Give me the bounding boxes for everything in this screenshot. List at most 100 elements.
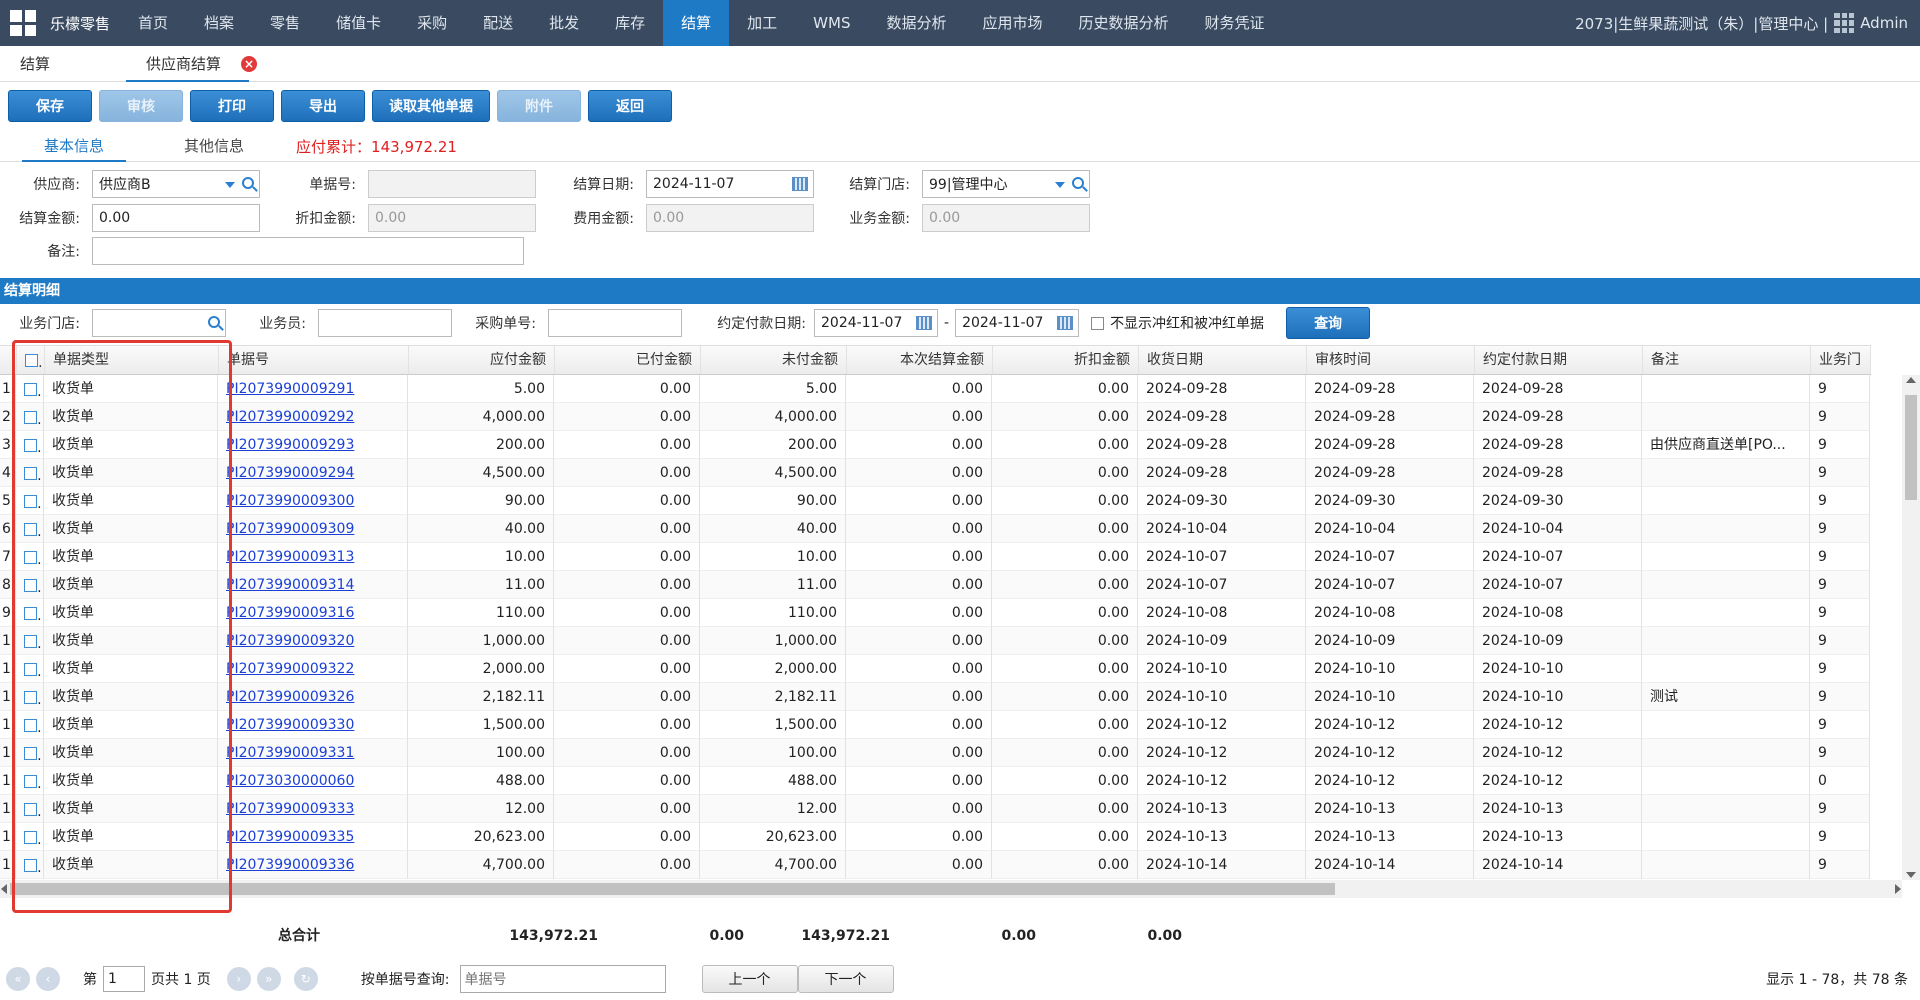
hide-reversed-checkbox[interactable] [1091, 316, 1105, 330]
tab-other-info[interactable]: 其他信息 [162, 132, 266, 162]
doc-no-link[interactable]: PI2073990009326 [218, 683, 408, 711]
last-page-icon[interactable]: » [256, 967, 281, 991]
save-button[interactable]: 保存 [8, 90, 92, 122]
nav-item-13[interactable]: 历史数据分析 [1061, 0, 1187, 46]
search-icon[interactable] [208, 316, 220, 328]
attachment-button[interactable]: 附件 [497, 90, 581, 122]
nav-item-5[interactable]: 配送 [465, 0, 531, 46]
table-row[interactable]: 9 收货单 PI2073990009316 110.00 0.00 110.00 0.00 0… [0, 599, 1870, 627]
column-header[interactable]: 收货日期 [1139, 346, 1307, 374]
page-input[interactable]: 1 [103, 966, 145, 992]
doc-no-link[interactable]: PI2073990009320 [218, 627, 408, 655]
refresh-icon[interactable]: ↻ [293, 967, 318, 991]
doc-no-link[interactable]: PI2073990009336 [218, 851, 408, 879]
doc-no-link[interactable]: PI2073990009293 [218, 431, 408, 459]
search-icon[interactable] [1072, 177, 1084, 189]
chevron-down-icon[interactable] [1055, 182, 1065, 188]
doc-no-link[interactable]: PI2073990009330 [218, 711, 408, 739]
column-header[interactable]: 应付金额 [409, 346, 555, 374]
tab-supplier-settlement[interactable]: 供应商结算 × [126, 46, 258, 82]
doc-link[interactable]: PI2073030000060 [226, 773, 354, 789]
search-doc-input[interactable] [459, 965, 666, 993]
doc-link[interactable]: PI2073990009294 [226, 465, 354, 481]
nav-item-9[interactable]: 加工 [729, 0, 795, 46]
user-name[interactable]: Admin [1860, 14, 1908, 32]
export-button[interactable]: 导出 [281, 90, 365, 122]
column-header[interactable]: 备注 [1643, 346, 1811, 374]
nav-item-10[interactable]: WMS [795, 0, 868, 46]
table-row[interactable]: 16收货单PI207399000933312.000.0012.000.000.… [0, 795, 1870, 823]
nav-item-11[interactable]: 数据分析 [868, 0, 964, 46]
audit-button[interactable]: 审核 [99, 90, 183, 122]
first-page-icon[interactable]: « [6, 967, 30, 991]
table-row[interactable]: 7 收货单 PI2073990009313 10.00 0.00 10.00 0.00 0.0… [0, 543, 1870, 571]
column-header[interactable]: 折扣金额 [993, 346, 1139, 374]
doc-link[interactable]: PI2073990009335 [226, 829, 354, 845]
query-button[interactable]: 查询 [1286, 307, 1371, 339]
next-button[interactable]: 下一个 [797, 965, 894, 993]
nav-item-2[interactable]: 零售 [252, 0, 318, 46]
scroll-right-icon[interactable] [1895, 884, 1901, 894]
table-row[interactable]: 2 收货单 PI2073990009292 4,000.00 0.00 4,000.00 0… [0, 403, 1870, 431]
biz-amount-field[interactable]: 0.00 [922, 204, 1090, 232]
doc-link[interactable]: PI2073990009331 [226, 745, 354, 761]
prev-page-icon[interactable]: ‹ [36, 967, 60, 991]
settle-date-field[interactable]: 2024-11-07 [646, 170, 814, 198]
apps-icon[interactable] [1834, 13, 1855, 33]
table-row[interactable]: 12收货单PI20739900093262,182.110.002,182.11… [0, 683, 1870, 711]
nav-item-4[interactable]: 采购 [399, 0, 465, 46]
search-icon[interactable] [242, 177, 254, 189]
next-page-icon[interactable]: › [226, 967, 251, 991]
doc-no-link[interactable]: PI2073990009291 [218, 375, 408, 403]
nav-item-0[interactable]: 首页 [120, 0, 186, 46]
nav-item-12[interactable]: 应用市场 [964, 0, 1060, 46]
back-button[interactable]: 返回 [588, 90, 672, 122]
doc-no-field[interactable] [368, 170, 536, 198]
column-header[interactable]: 单据号 [219, 346, 409, 374]
close-icon[interactable]: × [241, 55, 258, 72]
doc-no-link[interactable]: PI2073030000060 [218, 767, 408, 795]
tab-basic-info[interactable]: 基本信息 [22, 132, 127, 162]
fee-field[interactable]: 0.00 [646, 204, 814, 232]
nav-item-7[interactable]: 库存 [597, 0, 663, 46]
doc-link[interactable]: PI2073990009309 [226, 521, 354, 537]
nav-item-1[interactable]: 档案 [186, 0, 252, 46]
vertical-scroll-thumb[interactable] [1905, 395, 1917, 500]
table-row[interactable]: 15收货单PI2073030000060488.000.00488.000.00… [0, 767, 1870, 795]
table-row[interactable]: 1 收货单 PI2073990009291 5.00 0.00 5.00 0.00 0.00 2… [0, 375, 1870, 403]
prev-button[interactable]: 上一个 [701, 965, 798, 993]
print-button[interactable]: 打印 [190, 90, 274, 122]
clerk-field[interactable] [318, 309, 452, 337]
calendar-icon[interactable] [792, 177, 808, 191]
doc-no-link[interactable]: PI2073990009314 [218, 571, 408, 599]
doc-link[interactable]: PI2073990009292 [226, 409, 354, 425]
table-row[interactable]: 6 收货单 PI2073990009309 40.00 0.00 40.00 0.00 0.0… [0, 515, 1870, 543]
table-row[interactable]: 18收货单PI20739900093364,700.000.004,700.00… [0, 851, 1870, 879]
due-date-to[interactable]: 2024-11-07 [955, 309, 1080, 337]
table-row[interactable]: 8 收货单 PI2073990009314 11.00 0.00 11.00 0.00 0.0… [0, 571, 1870, 599]
discount-field[interactable]: 0.00 [368, 204, 536, 232]
doc-link[interactable]: PI2073990009320 [226, 633, 354, 649]
calendar-icon[interactable] [916, 316, 932, 330]
doc-no-link[interactable]: PI2073990009335 [218, 823, 408, 851]
po-field[interactable] [548, 309, 682, 337]
column-header[interactable]: 本次结算金额 [847, 346, 993, 374]
column-header[interactable]: 审核时间 [1307, 346, 1475, 374]
doc-no-link[interactable]: PI2073990009331 [218, 739, 408, 767]
doc-no-link[interactable]: PI2073990009322 [218, 655, 408, 683]
doc-link[interactable]: PI2073990009314 [226, 577, 354, 593]
table-row[interactable]: 14收货单PI2073990009331100.000.00100.000.00… [0, 739, 1870, 767]
doc-link[interactable]: PI2073990009322 [226, 661, 354, 677]
settle-store-select[interactable]: 99|管理中心 [922, 170, 1090, 198]
table-row[interactable]: 13收货单PI20739900093301,500.000.001,500.00… [0, 711, 1870, 739]
doc-link[interactable]: PI2073990009293 [226, 437, 354, 453]
doc-no-link[interactable]: PI2073990009294 [218, 459, 408, 487]
table-row[interactable]: 3 收货单 PI2073990009293 200.00 0.00 200.00 0.00 0… [0, 431, 1870, 459]
calendar-icon[interactable] [1057, 316, 1074, 330]
settle-amount-field[interactable]: 0.00 [92, 204, 260, 232]
doc-no-link[interactable]: PI2073990009309 [218, 515, 408, 543]
doc-no-link[interactable]: PI2073990009333 [218, 795, 408, 823]
scroll-left-icon[interactable] [1, 884, 7, 894]
doc-no-link[interactable]: PI2073990009300 [218, 487, 408, 515]
nav-item-3[interactable]: 储值卡 [318, 0, 399, 46]
